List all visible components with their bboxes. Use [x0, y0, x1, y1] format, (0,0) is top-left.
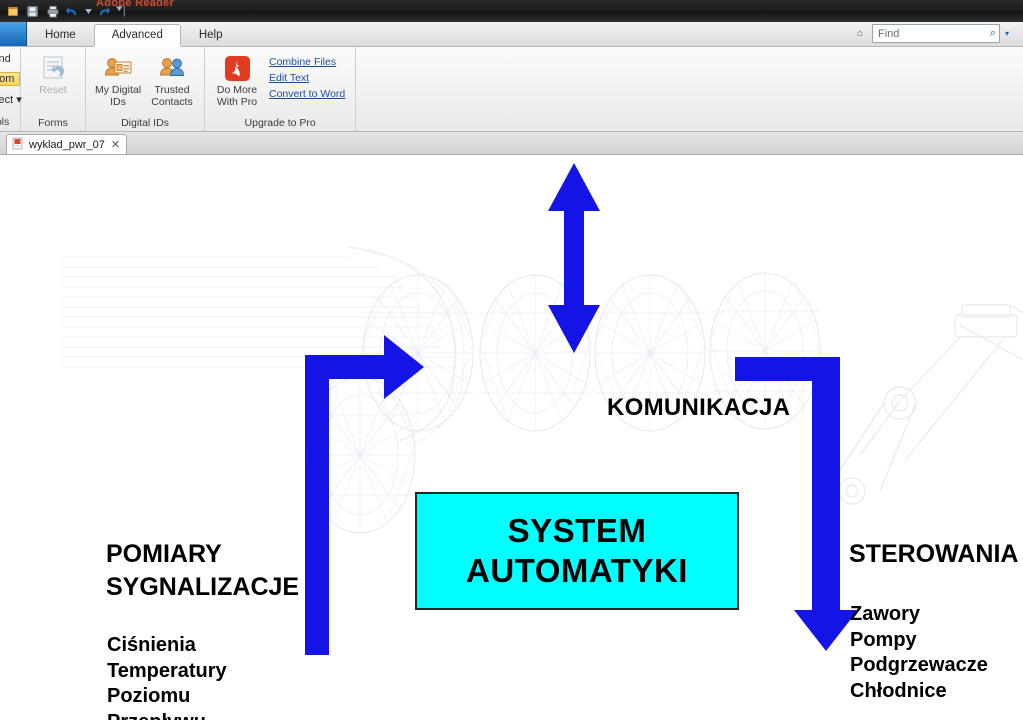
ribbon-group-forms-label: Forms — [38, 117, 68, 129]
app-menu-icon[interactable] — [4, 3, 21, 20]
sterowania-list: Zawory Pompy Podgrzewacze Chłodnice — [850, 602, 988, 704]
ribbon-group-tools-label: ools — [0, 116, 10, 128]
search-input[interactable]: Find ⌕ — [871, 24, 1000, 43]
trusted-contacts-button[interactable]: Trusted Contacts — [146, 50, 198, 108]
list-item: Podgrzewacze — [850, 654, 988, 676]
window-title: Adobe Reader — [96, 0, 175, 9]
print-icon[interactable] — [44, 3, 61, 20]
pdf-file-icon — [12, 137, 23, 153]
undo-icon[interactable] — [64, 3, 81, 20]
list-item: Zawory — [850, 603, 921, 625]
komunikacja-label: KOMUNIKACJA — [607, 394, 791, 421]
ribbon-group-tools: land oom elect ▾ ools — [0, 47, 22, 131]
chevron-down-icon[interactable]: ▾ — [1005, 29, 1009, 38]
zoom-tool-item[interactable]: oom — [0, 72, 20, 86]
slide-canvas: SYSTEM AUTOMATYKI PROCES TECHNOLOGICZNY … — [0, 155, 1023, 720]
tab-advanced[interactable]: Advanced — [93, 24, 181, 46]
tab-home[interactable]: Home — [27, 24, 94, 46]
document-tab-wyklad-pwr-07[interactable]: wyklad_pwr_07 ✕ — [6, 134, 128, 154]
list-item: Poziomu — [107, 685, 191, 707]
system-box-line-1: SYSTEM — [507, 512, 647, 549]
sterowania-heading: STEROWANIA — [849, 538, 1018, 571]
list-item: Pompy — [850, 628, 917, 651]
pomiary-list: Ciśnienia Temperatury Poziomu Przepływu … — [107, 633, 227, 720]
home-icon[interactable]: ⌂ — [853, 28, 867, 39]
my-digital-ids-icon — [103, 53, 133, 83]
ribbon-panel: land oom elect ▾ ools — [0, 47, 1023, 132]
hand-tool-item[interactable]: land — [0, 53, 20, 65]
reader-window: Adobe Reader Home Advanced Help ⌂ Find ⌕… — [0, 0, 1023, 720]
do-more-with-pro-label: Do More With Pro — [216, 84, 258, 108]
reset-form-button[interactable]: Reset — [27, 50, 79, 97]
convert-to-word-link[interactable]: Convert to Word — [269, 88, 345, 100]
list-item: Temperatury — [107, 659, 227, 682]
trusted-contacts-label: Trusted Contacts — [151, 84, 193, 108]
ribbon-group-upgrade-to-pro: Do More With Pro Combine Files Edit Text… — [205, 47, 357, 131]
adobe-pro-icon — [222, 53, 252, 83]
search-placeholder: Find — [877, 27, 900, 40]
document-page[interactable]: SYSTEM AUTOMATYKI PROCES TECHNOLOGICZNY … — [0, 155, 1023, 720]
my-digital-ids-label: My Digital IDs — [94, 84, 142, 108]
reset-form-icon — [38, 53, 68, 83]
communication-double-arrow — [548, 163, 600, 353]
list-item: Ciśnienia — [107, 634, 196, 656]
reset-form-label: Reset — [39, 84, 67, 96]
edit-text-link[interactable]: Edit Text — [269, 72, 345, 84]
measurement-feedback-arrow — [305, 335, 424, 655]
close-icon[interactable]: ✕ — [111, 138, 120, 151]
pomiary-heading-line-1: POMIARY — [106, 540, 222, 568]
document-tab-label: wyklad_pwr_07 — [29, 138, 105, 151]
ribbon-group-digital-ids-label: Digital IDs — [121, 117, 169, 129]
search-icon[interactable]: ⌕ — [990, 27, 996, 40]
system-box-line-2: AUTOMATYKI — [466, 552, 688, 589]
ribbon-tabstrip: Home Advanced Help ⌂ Find ⌕ ▾ — [0, 22, 1023, 47]
document-tabbar: wyklad_pwr_07 ✕ — [0, 132, 1023, 155]
undo-dropdown-icon[interactable] — [84, 3, 92, 20]
tab-help[interactable]: Help — [181, 24, 241, 46]
file-menu-button[interactable] — [0, 22, 27, 46]
do-more-with-pro-button[interactable]: Do More With Pro — [211, 50, 263, 108]
upgrade-links: Combine Files Edit Text Convert to Word — [265, 50, 349, 100]
select-tool-item[interactable]: elect ▾ — [0, 93, 22, 106]
trusted-contacts-icon — [157, 53, 187, 83]
ribbon-group-forms: Reset Forms — [21, 47, 86, 131]
save-icon[interactable] — [24, 3, 41, 20]
combine-files-link[interactable]: Combine Files — [269, 56, 345, 68]
pomiary-heading-line-2: SYGNALIZACJE — [106, 573, 300, 601]
ribbon-group-upgrade-label: Upgrade to Pro — [244, 117, 316, 129]
my-digital-ids-button[interactable]: My Digital IDs — [92, 50, 144, 108]
sterowania-heading-line-1: STEROWANIA — [849, 540, 1019, 568]
ribbon-group-digital-ids: My Digital IDs Trusted Contacts Digital … — [86, 47, 205, 131]
pomiary-heading: POMIARY SYGNALIZACJE — [106, 538, 299, 604]
title-bar: Adobe Reader — [0, 0, 1023, 22]
list-item: Chłodnice — [850, 679, 947, 702]
system-automatyki-box[interactable]: SYSTEM AUTOMATYKI — [415, 492, 739, 610]
list-item: Przepływu — [107, 710, 227, 720]
find-bar: ⌂ Find ⌕ ▾ — [853, 24, 1009, 43]
